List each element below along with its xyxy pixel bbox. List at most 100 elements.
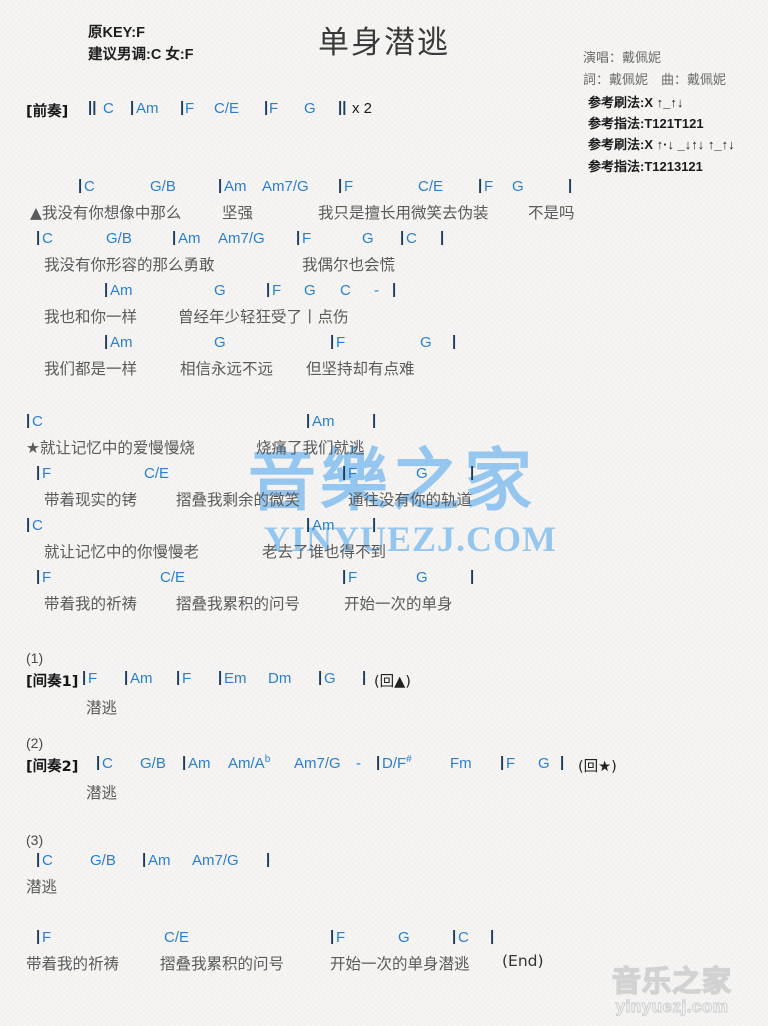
chord-gb: G/B (140, 755, 166, 772)
chord-accidental: # (406, 754, 412, 765)
bar-separator: | (372, 412, 377, 429)
verse-lyric-row: ▲我没有你想像中那么 坚强 我只是擅长用微笑去伪装 不是吗 (0, 201, 768, 227)
bar-separator: | (372, 516, 377, 533)
lyric-text: 我们都是一样 (44, 360, 138, 378)
chord-f: F (348, 569, 358, 586)
chorus-chord-row: | C | Am | (0, 516, 768, 540)
chord-c: C (458, 929, 469, 946)
chord-g: G (512, 178, 524, 195)
bar-separator: | (142, 851, 147, 868)
bar-separator: | (500, 754, 505, 771)
chord-am: Am (148, 852, 171, 869)
chord-f: F (348, 465, 358, 482)
bar-separator: | (36, 928, 41, 945)
chord-gb: G/B (90, 852, 116, 869)
interlude-1-repeat: (回▲) (374, 674, 411, 690)
bar-separator: | (470, 568, 475, 585)
bar-separator: | (104, 333, 109, 350)
bar-separator: | (478, 177, 483, 194)
interlude-1-marker-row: (1) (0, 650, 768, 670)
outro-chord-row: | C G/B | Am Am7/G | (0, 851, 768, 875)
chord-am7g: Am7/G (192, 852, 239, 869)
chorus-section: | C | Am | ★就让记忆中的爱慢慢烧 烧痛了我们就逃 | F C/E | F G | 带着现实的铐摺… (0, 412, 768, 621)
bar-separator: | (124, 669, 129, 686)
chord-am7g: Am7/G (262, 178, 309, 195)
bar-separator: || (338, 99, 347, 116)
bar-separator: | (330, 333, 335, 350)
outro-lyric-row: 带着我的祈祷 摺叠我累积的问号 开始一次的单身潜逃 (End) (0, 952, 768, 978)
bar-separator: | (342, 464, 347, 481)
lyric-text: 通往没有你的轨道 (348, 491, 473, 509)
bar-separator: | (218, 669, 223, 686)
intro-chord-row: [前奏] || C | Am | F C/E | F G || x 2 (0, 99, 768, 126)
bar-separator: | (452, 333, 457, 350)
chord-c: C (42, 852, 53, 869)
chord-f: F (272, 282, 282, 299)
chord-f: F (344, 178, 354, 195)
interlude-1-label: [间奏1] (26, 674, 79, 690)
chorus-lyric-row: ★就让记忆中的爱慢慢烧 烧痛了我们就逃 (0, 436, 768, 462)
writers-line: 詞：戴佩妮 曲：戴佩妮 (582, 72, 726, 88)
verse-chord-row: | C G/B | Am Am7/G | F G | C | (0, 229, 768, 253)
chord-ama: Am/Ab (228, 754, 271, 773)
bar-separator: | (392, 281, 397, 298)
chord-f: F (185, 100, 195, 117)
end-label: (End) (502, 952, 544, 970)
chord-f: F (42, 569, 52, 586)
bar-separator: | (218, 177, 223, 194)
bar-separator: || (88, 99, 97, 116)
bar-separator: | (440, 229, 445, 246)
chord-ce: C/E (160, 569, 186, 586)
verse-lyric-row: 我也和你一样 曾经年少轻狂受了丨点伤 (0, 305, 768, 331)
chord-ce: C/E (164, 929, 190, 946)
outro-chord-row: | F C/E | F G | C | (0, 928, 768, 952)
bar-separator: | (306, 516, 311, 533)
lyric-text: 我也和你一样 (44, 308, 138, 326)
outro-section: (3) | C G/B | Am Am7/G | 潜逃 | F C/E | F G | C | 带着我的祈祷 摺叠我累… (0, 832, 768, 981)
bar-separator: | (338, 177, 343, 194)
chord-am: Am (178, 230, 201, 247)
bar-separator: | (400, 229, 405, 246)
bar-separator: | (264, 99, 269, 116)
chord-g: G (420, 334, 432, 351)
credits: 演唱：戴佩妮 詞：戴佩妮 曲：戴佩妮 (583, 47, 726, 92)
chord-g: G (362, 230, 374, 247)
repeat-count: x 2 (352, 100, 373, 117)
lyric-text: ▲我没有你想像中那么 (30, 204, 182, 222)
lyric-text: 带着现实的铐 (44, 491, 138, 509)
chord-am: Am (188, 755, 211, 772)
bar-separator: | (452, 928, 457, 945)
chord-g: G (304, 100, 316, 117)
bar-separator: | (490, 928, 495, 945)
chord-df: D/F# (382, 754, 412, 773)
chord-f: F (506, 755, 516, 772)
lyric-text: 烧痛了我们就逃 (256, 439, 365, 457)
intro-section: [前奏] || C | Am | F C/E | F G || x 2 (0, 99, 768, 126)
bar-separator: | (104, 281, 109, 298)
bar-separator: | (376, 754, 381, 771)
chord-f: F (336, 929, 346, 946)
bar-separator: | (470, 464, 475, 481)
lyric-text: 摺叠我剩余的微笑 (176, 491, 301, 509)
bar-separator: | (266, 851, 271, 868)
lyric-text: 我只是擅长用微笑去伪装 (318, 204, 489, 222)
chord-dash: - (374, 282, 379, 299)
row-spacer (0, 618, 768, 621)
chorus-chord-row: | F C/E | F G | (0, 568, 768, 592)
bar-separator: | (560, 754, 565, 771)
row-spacer (0, 901, 768, 929)
chord-em: Em (224, 670, 247, 687)
chord-f: F (182, 670, 192, 687)
interlude-2-section: (2) [间奏2] | C G/B | Am Am/Ab Am7/G - | D/F# Fm | F G |… (0, 735, 768, 807)
chord-am: Am (110, 282, 133, 299)
verse-chord-row: | C G/B | Am Am7/G | F C/E | F G | (0, 177, 768, 201)
lyric-text: 坚强 (222, 204, 254, 222)
chord-c: C (406, 230, 417, 247)
chord-c: C (103, 100, 114, 117)
chord-gb: G/B (106, 230, 132, 247)
lyric-text: 潜逃 (26, 878, 58, 896)
interlude-1-lyric-row: 潜逃 (0, 696, 768, 722)
lyric-text: 摺叠我累积的问号 (160, 955, 285, 973)
lyric-text: 带着我的祈祷 (44, 595, 138, 613)
bar-separator: | (176, 669, 181, 686)
